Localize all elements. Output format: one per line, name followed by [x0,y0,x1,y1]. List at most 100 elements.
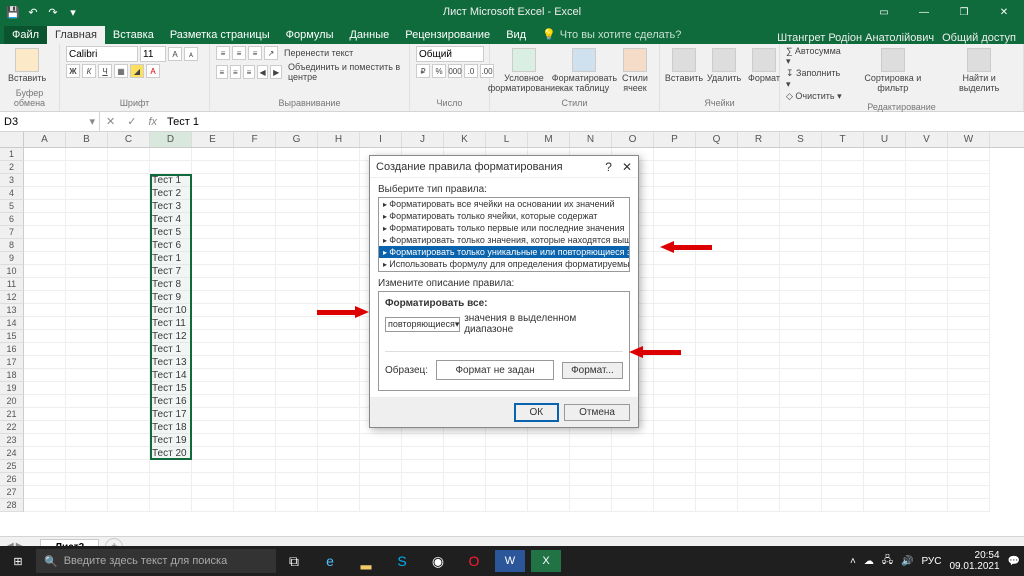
cell[interactable] [318,395,360,408]
cell[interactable] [24,239,66,252]
cell[interactable] [696,252,738,265]
col-header[interactable]: O [612,132,654,147]
sort-filter-button[interactable]: Сортировка и фильтр [848,46,937,96]
cell[interactable] [108,421,150,434]
cell[interactable] [318,278,360,291]
cell[interactable] [24,421,66,434]
format-table-button[interactable]: Форматировать как таблицу [556,46,613,96]
cell[interactable] [738,330,780,343]
cell[interactable] [192,330,234,343]
cell[interactable] [108,265,150,278]
cell[interactable] [696,161,738,174]
font-family-input[interactable] [66,46,138,62]
fx-button[interactable]: fx [142,116,163,128]
cell[interactable] [234,395,276,408]
maximize-button[interactable]: ❐ [944,0,984,24]
cell[interactable] [108,447,150,460]
dec-inc-icon[interactable]: .0 [464,64,478,78]
cell[interactable] [822,239,864,252]
cell[interactable] [150,486,192,499]
cell[interactable] [696,187,738,200]
cell[interactable]: Тест 15 [150,382,192,395]
cell[interactable] [780,174,822,187]
cell[interactable] [234,434,276,447]
cell[interactable] [864,330,906,343]
cell[interactable] [234,174,276,187]
cell[interactable] [108,408,150,421]
cell[interactable] [276,356,318,369]
cell[interactable] [318,252,360,265]
bold-button[interactable]: Ж [66,64,80,78]
cell[interactable] [528,447,570,460]
cell[interactable] [822,252,864,265]
cell[interactable] [864,304,906,317]
cell[interactable] [738,343,780,356]
row-header[interactable]: 27 [0,486,24,499]
cell[interactable] [612,486,654,499]
cell[interactable] [192,473,234,486]
cell[interactable] [654,369,696,382]
cell[interactable] [906,395,948,408]
cell[interactable] [234,252,276,265]
cell[interactable] [108,213,150,226]
cell[interactable] [150,499,192,512]
cell[interactable] [906,174,948,187]
tab-view[interactable]: Вид [498,26,534,44]
cell[interactable] [24,174,66,187]
col-header[interactable]: A [24,132,66,147]
cell[interactable] [822,265,864,278]
align-top-icon[interactable]: ≡ [216,46,230,60]
cell[interactable] [234,278,276,291]
cell[interactable] [570,434,612,447]
cell[interactable] [108,161,150,174]
cancel-button[interactable]: Отмена [564,404,630,421]
tab-data[interactable]: Данные [341,26,397,44]
cell[interactable] [24,304,66,317]
cell[interactable] [822,395,864,408]
cell[interactable] [192,421,234,434]
cell[interactable] [738,226,780,239]
tray-onedrive-icon[interactable]: ☁ [864,556,874,567]
cell[interactable] [780,161,822,174]
cell[interactable] [108,226,150,239]
cell[interactable] [108,291,150,304]
cell[interactable] [318,330,360,343]
name-box[interactable]: D3▾ [0,112,100,131]
cell[interactable] [864,343,906,356]
cell[interactable] [906,330,948,343]
cell[interactable] [192,148,234,161]
cell[interactable] [696,226,738,239]
cell[interactable] [108,486,150,499]
cell[interactable] [276,278,318,291]
cell[interactable] [948,161,990,174]
share-button[interactable]: Общий доступ [942,32,1016,44]
cell[interactable] [24,447,66,460]
row-header[interactable]: 6 [0,213,24,226]
cell[interactable] [738,265,780,278]
cell[interactable] [150,460,192,473]
col-header[interactable]: I [360,132,402,147]
cell[interactable] [738,408,780,421]
cell[interactable] [318,187,360,200]
cell[interactable] [654,200,696,213]
cell[interactable] [738,421,780,434]
cell[interactable] [318,161,360,174]
cell[interactable] [780,395,822,408]
col-header[interactable]: V [906,132,948,147]
start-button[interactable]: ⊞ [0,546,36,576]
cell[interactable] [276,174,318,187]
cell[interactable] [612,473,654,486]
cell[interactable] [360,447,402,460]
cell[interactable] [108,382,150,395]
cell[interactable] [906,239,948,252]
cell[interactable] [864,317,906,330]
col-header[interactable]: Q [696,132,738,147]
cell[interactable] [24,343,66,356]
user-name[interactable]: Штангрет Родіон Анатолійович [777,32,934,44]
cell[interactable] [276,421,318,434]
cell[interactable] [192,434,234,447]
cell[interactable] [318,343,360,356]
cell[interactable] [528,499,570,512]
col-header[interactable]: D [150,132,192,147]
cell[interactable] [276,395,318,408]
